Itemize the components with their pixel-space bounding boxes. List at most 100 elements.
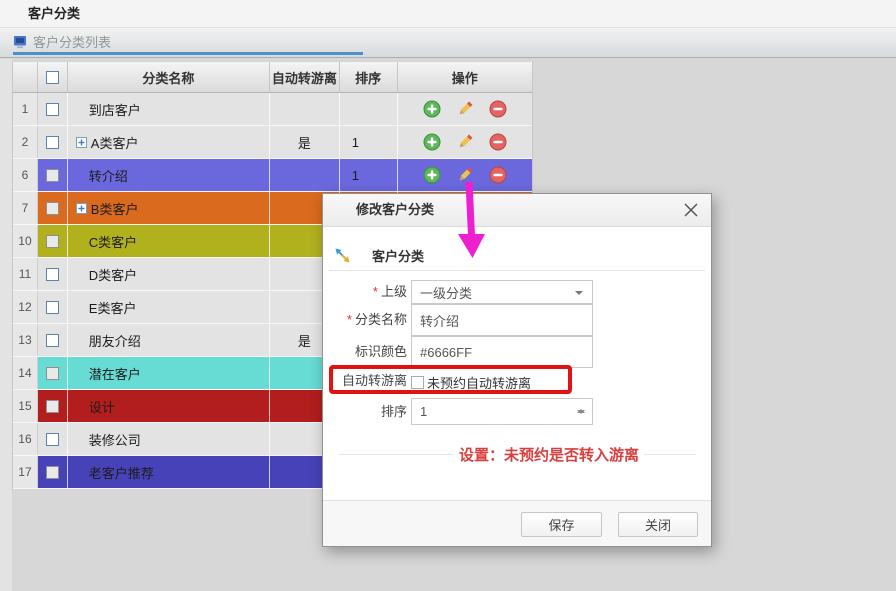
row-checkbox-cell bbox=[38, 390, 68, 422]
row-number: 6 bbox=[13, 159, 38, 191]
section-arrows-icon bbox=[334, 247, 351, 264]
spinner-down-icon[interactable] bbox=[577, 410, 585, 418]
category-name-cell: A类客户 bbox=[68, 126, 270, 158]
subtab-customer-category-list[interactable]: 客户分类列表 bbox=[13, 28, 111, 55]
header-row-number bbox=[13, 62, 38, 92]
row-checkbox-cell bbox=[38, 159, 68, 191]
header-sort: 排序 bbox=[340, 62, 398, 92]
category-name: 到店客户 bbox=[89, 100, 141, 119]
name-input-wrap bbox=[411, 304, 593, 336]
header-auto-transfer: 自动转游离 bbox=[270, 62, 340, 92]
row-checkbox-cell bbox=[38, 423, 68, 455]
category-name-cell: D类客户 bbox=[68, 258, 270, 290]
top-tab-bar: 客户分类 bbox=[0, 0, 896, 28]
row-checkbox[interactable] bbox=[46, 169, 59, 182]
category-name-cell: 装修公司 bbox=[68, 423, 270, 455]
sort-input[interactable] bbox=[420, 404, 570, 419]
category-name-cell: 老客户推荐 bbox=[68, 456, 270, 488]
required-mark: * bbox=[347, 312, 352, 327]
auto-transfer-value bbox=[270, 159, 340, 191]
row-checkbox[interactable] bbox=[46, 136, 59, 149]
close-icon[interactable] bbox=[683, 202, 699, 218]
annotation-highlight-box bbox=[329, 365, 572, 394]
row-checkbox-cell bbox=[38, 93, 68, 125]
delete-icon[interactable] bbox=[489, 100, 507, 118]
category-name: 老客户推荐 bbox=[89, 463, 154, 482]
parent-field-label: *上级 bbox=[323, 280, 407, 304]
annotation-arrow bbox=[450, 178, 494, 264]
tab-customer-category[interactable]: 客户分类 bbox=[28, 0, 80, 28]
header-operations: 操作 bbox=[398, 62, 532, 92]
row-actions bbox=[398, 126, 532, 158]
select-all-checkbox[interactable] bbox=[46, 71, 59, 84]
edit-icon[interactable] bbox=[456, 100, 474, 118]
chevron-down-icon bbox=[575, 291, 583, 299]
header-checkbox-cell bbox=[38, 62, 68, 92]
row-checkbox[interactable] bbox=[46, 367, 59, 380]
expand-icon[interactable] bbox=[76, 137, 87, 148]
row-checkbox-cell bbox=[38, 291, 68, 323]
row-number: 7 bbox=[13, 192, 38, 224]
annotation-note: 设置：未预约是否转入游离 bbox=[454, 444, 644, 465]
row-checkbox[interactable] bbox=[46, 103, 59, 116]
color-field-label: 标识颜色 bbox=[323, 336, 407, 368]
row-number: 16 bbox=[13, 423, 38, 455]
row-checkbox[interactable] bbox=[46, 400, 59, 413]
row-checkbox-cell bbox=[38, 324, 68, 356]
row-number: 13 bbox=[13, 324, 38, 356]
row-checkbox-cell bbox=[38, 225, 68, 257]
row-checkbox[interactable] bbox=[46, 433, 59, 446]
expand-icon[interactable] bbox=[76, 203, 87, 214]
row-checkbox-cell bbox=[38, 126, 68, 158]
row-checkbox[interactable] bbox=[46, 334, 59, 347]
table-row: 1 到店客户 bbox=[13, 93, 532, 126]
section-divider bbox=[329, 270, 705, 271]
row-actions bbox=[398, 93, 532, 125]
dialog-footer: 保存 关闭 bbox=[323, 500, 711, 546]
left-margin-strip bbox=[0, 59, 12, 591]
dialog-section-label: 客户分类 bbox=[372, 246, 424, 265]
category-name-cell: 设计 bbox=[68, 390, 270, 422]
row-checkbox[interactable] bbox=[46, 268, 59, 281]
row-checkbox-cell bbox=[38, 192, 68, 224]
delete-icon[interactable] bbox=[489, 133, 507, 151]
category-name: C类客户 bbox=[89, 232, 137, 251]
name-field-label: *分类名称 bbox=[323, 304, 407, 336]
row-checkbox-cell bbox=[38, 258, 68, 290]
row-checkbox[interactable] bbox=[46, 301, 59, 314]
name-input[interactable] bbox=[420, 313, 570, 328]
color-input[interactable] bbox=[420, 345, 570, 360]
category-name: A类客户 bbox=[91, 133, 139, 152]
auto-transfer-value: 是 bbox=[270, 126, 340, 158]
add-icon[interactable] bbox=[423, 166, 441, 184]
add-icon[interactable] bbox=[423, 133, 441, 151]
row-number: 2 bbox=[13, 126, 38, 158]
parent-select[interactable]: 一级分类 bbox=[411, 280, 593, 304]
category-name-cell: C类客户 bbox=[68, 225, 270, 257]
row-checkbox[interactable] bbox=[46, 466, 59, 479]
row-number: 10 bbox=[13, 225, 38, 257]
row-checkbox[interactable] bbox=[46, 235, 59, 248]
list-window-icon bbox=[13, 35, 27, 49]
category-name: 设计 bbox=[89, 397, 115, 416]
category-name: 转介绍 bbox=[89, 166, 128, 185]
header-category-name: 分类名称 bbox=[68, 62, 270, 92]
dialog-title-bar[interactable]: 修改客户分类 bbox=[323, 194, 711, 227]
parent-select-value: 一级分类 bbox=[420, 283, 472, 302]
row-number: 15 bbox=[13, 390, 38, 422]
category-name-cell: 朋友介绍 bbox=[68, 324, 270, 356]
app-screen: 客户分类 客户分类列表 分类名称 自动转游离 排序 操作 1 bbox=[0, 0, 896, 591]
edit-icon[interactable] bbox=[456, 133, 474, 151]
close-button[interactable]: 关闭 bbox=[618, 512, 698, 537]
row-number: 14 bbox=[13, 357, 38, 389]
table-row: 2 A类客户 是 1 bbox=[13, 126, 532, 159]
active-tab-underline bbox=[13, 52, 363, 55]
category-name-cell: 潜在客户 bbox=[68, 357, 270, 389]
row-checkbox[interactable] bbox=[46, 202, 59, 215]
sort-field-label: 排序 bbox=[323, 398, 407, 425]
sort-value: 1 bbox=[340, 126, 398, 158]
save-button[interactable]: 保存 bbox=[521, 512, 602, 537]
sort-value bbox=[340, 93, 398, 125]
add-icon[interactable] bbox=[423, 100, 441, 118]
row-checkbox-cell bbox=[38, 456, 68, 488]
